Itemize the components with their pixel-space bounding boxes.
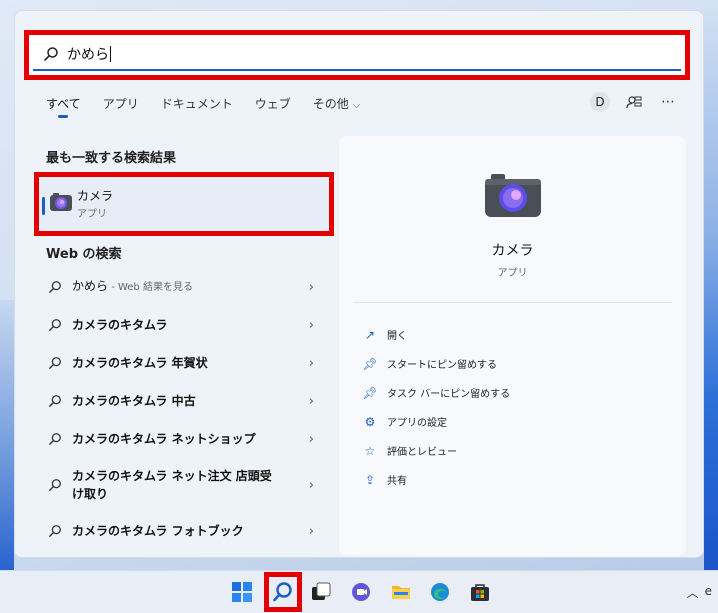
action-pin-taskbar[interactable]: 📌︎ タスク バーにピン留めする — [362, 378, 511, 407]
chevron-right-icon: › — [308, 355, 314, 371]
chevron-right-icon: › — [308, 317, 314, 333]
pin-icon: 📌︎ — [362, 385, 378, 400]
detail-actions: ↗ 開く 📌︎ スタートにピン留めする 📌︎ タスク バーにピン留めする ⚙ ア… — [362, 320, 511, 494]
detail-app-name: カメラ — [491, 243, 534, 259]
web-result-text: カメラのキタムラ フォトブック — [72, 524, 244, 538]
best-match-title: 最も一致する検索結果 — [46, 151, 177, 166]
filter-tabs: すべて アプリ ドキュメント ウェブ その他 ⌵ — [46, 95, 361, 118]
web-result-item[interactable]: カメラのキタムラ ネットショップ › — [34, 420, 324, 458]
search-icon — [49, 525, 61, 537]
share-icon: ⇪ — [364, 472, 376, 487]
web-result-text: カメラのキタムラ — [72, 318, 168, 332]
action-rate-review[interactable]: ☆ 評価とレビュー — [363, 436, 510, 465]
divider — [353, 302, 672, 303]
chevron-down-icon: ⌵ — [352, 100, 361, 111]
search-icon — [49, 433, 61, 445]
open-icon: ↗ — [364, 327, 376, 342]
web-result-item[interactable]: カメラのキタムラ フォトブック › — [34, 512, 324, 550]
chevron-right-icon: › — [308, 279, 314, 295]
chat-icon — [352, 583, 370, 601]
action-open[interactable]: ↗ 開く — [363, 320, 510, 349]
web-result-item[interactable]: カメラのキタムラ 中古 › — [34, 382, 324, 420]
search-input[interactable]: かめら — [33, 39, 681, 71]
chevron-right-icon: › — [308, 431, 314, 447]
desktop-wallpaper-left — [0, 300, 14, 570]
search-highlight-box: かめら — [24, 30, 690, 80]
action-app-settings[interactable]: ⚙ アプリの設定 — [363, 407, 510, 436]
windows-logo-icon — [232, 582, 252, 602]
header-actions: D ⋯ — [590, 92, 678, 112]
action-label: 評価とレビュー — [387, 447, 457, 458]
tab-more-label: その他 — [312, 97, 349, 111]
tab-all[interactable]: すべて — [46, 95, 81, 118]
avatar[interactable]: D — [590, 92, 610, 112]
web-result-text: カメラのキタムラ ネット注文 店頭受け取り — [72, 469, 272, 501]
web-result-item[interactable]: カメラのキタムラ 年賀状 › — [34, 344, 324, 382]
action-label: アプリの設定 — [387, 418, 447, 429]
search-icon — [49, 479, 61, 491]
best-match-item[interactable]: カメラ アプリ — [34, 172, 334, 236]
web-result-item[interactable]: かめら - Web 結果を見る › — [34, 268, 324, 306]
web-result-text: かめら - Web 結果を見る — [72, 279, 193, 293]
start-button[interactable] — [229, 579, 255, 605]
more-options-icon[interactable]: ⋯ — [658, 92, 678, 112]
file-explorer-button[interactable] — [388, 579, 414, 605]
system-tray: ︿ e — [687, 584, 712, 601]
tab-web[interactable]: ウェブ — [255, 95, 291, 112]
chevron-right-icon: › — [308, 477, 314, 493]
best-match-name: カメラ — [77, 189, 114, 203]
pin-icon: 📌︎ — [362, 356, 378, 371]
camera-app-icon — [485, 174, 541, 217]
best-match-type: アプリ — [77, 209, 107, 220]
store-button[interactable] — [467, 579, 493, 605]
chevron-up-icon[interactable]: ︿ — [687, 584, 699, 601]
detail-pane: カメラ アプリ ↗ 開く 📌︎ スタートにピン留めする 📌︎ タスク バーにピン… — [339, 136, 686, 556]
folder-icon — [392, 586, 410, 599]
web-result-text: カメラのキタムラ ネットショップ — [72, 432, 256, 446]
edge-browser-button[interactable] — [427, 579, 453, 605]
web-results-list: かめら - Web 結果を見る › カメラのキタムラ › カメラのキタムラ 年賀… — [34, 268, 324, 550]
taskbar: ︿ e — [0, 570, 718, 613]
store-icon — [471, 584, 489, 601]
taskbar-search-highlight-box — [264, 572, 302, 612]
action-pin-start[interactable]: 📌︎ スタートにピン留めする — [362, 349, 510, 378]
search-icon — [49, 281, 61, 293]
task-view-button[interactable] — [308, 579, 334, 605]
task-view-icon — [312, 582, 331, 600]
review-icon: ☆ — [364, 443, 376, 458]
search-query: かめら — [67, 47, 109, 63]
camera-app-icon — [50, 193, 72, 211]
search-icon — [49, 395, 61, 407]
gear-icon: ⚙ — [364, 414, 376, 429]
desktop-wallpaper — [704, 0, 718, 570]
tab-more[interactable]: その他 ⌵ — [313, 95, 361, 112]
edge-icon — [431, 583, 449, 601]
edge-tray-icon[interactable]: e — [705, 584, 712, 601]
action-label: スタートにピン留めする — [387, 360, 497, 371]
tab-documents[interactable]: ドキュメント — [161, 95, 233, 112]
detail-app-type: アプリ — [497, 268, 528, 279]
web-search-title: Web の検索 — [46, 247, 122, 262]
search-icon — [49, 319, 61, 331]
text-caret — [110, 46, 111, 62]
search-icon — [49, 357, 61, 369]
web-result-text: カメラのキタムラ 年賀状 — [72, 356, 208, 370]
selection-indicator — [42, 197, 45, 215]
action-label: 共有 — [387, 476, 407, 487]
chevron-right-icon: › — [308, 393, 314, 409]
chat-button[interactable] — [348, 579, 374, 605]
web-result-text: カメラのキタムラ 中古 — [72, 394, 196, 408]
web-result-item[interactable]: カメラのキタムラ ネット注文 店頭受け取り › — [34, 458, 324, 512]
search-icon — [44, 47, 58, 61]
tab-apps[interactable]: アプリ — [103, 95, 139, 112]
chevron-right-icon: › — [308, 523, 314, 539]
action-share[interactable]: ⇪ 共有 — [363, 465, 510, 494]
web-result-item[interactable]: カメラのキタムラ › — [34, 306, 324, 344]
account-switch-icon[interactable] — [624, 92, 644, 112]
action-label: タスク バーにピン留めする — [387, 389, 511, 400]
action-label: 開く — [387, 331, 407, 342]
